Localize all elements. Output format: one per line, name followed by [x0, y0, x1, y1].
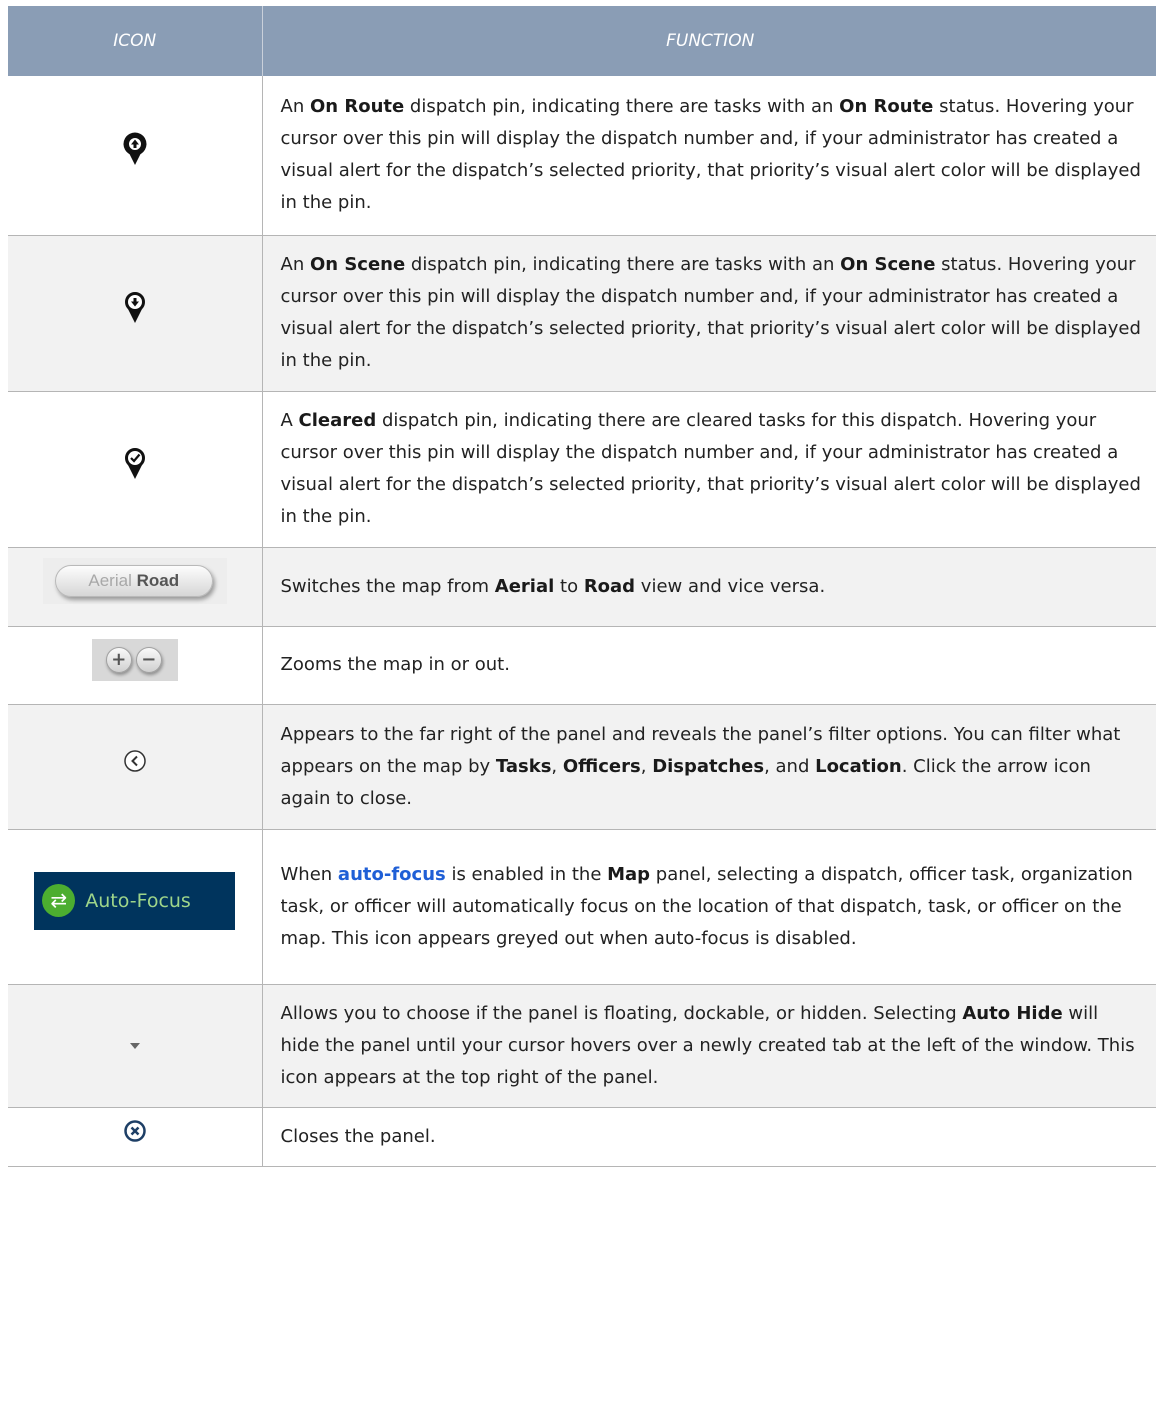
function-text: Switches the map from [280, 575, 495, 597]
icon-cell [8, 391, 263, 548]
function-text: Allows you to choose if the panel is flo… [280, 1002, 963, 1024]
aerial-road-toggle: Aerial Road [54, 565, 213, 597]
bold-term: Dispatches [652, 755, 765, 777]
function-text: , [640, 755, 653, 777]
bold-term: Auto Hide [962, 1002, 1063, 1024]
function-cell: Allows you to choose if the panel is flo… [262, 984, 1156, 1108]
function-cell: Closes the panel. [262, 1107, 1156, 1167]
function-text: An [280, 254, 310, 275]
filter-arrow-icon [124, 750, 146, 772]
icon-function-table: ICON FUNCTION An On Route dispatch pin, … [8, 6, 1156, 1167]
bold-term: On Route [309, 96, 405, 118]
table-row: Aerial Road Switches the map from Aerial… [8, 547, 1156, 627]
on-route-pin-icon [123, 132, 147, 165]
close-panel-icon [124, 1120, 146, 1142]
function-cell: When auto-focus is enabled in the Map pa… [262, 829, 1156, 985]
function-text: is enabled in the [445, 863, 608, 885]
icon-cell [8, 235, 263, 392]
table-row: ⇄ Auto-Focus When auto-focus is enabled … [8, 829, 1156, 985]
function-text: to [554, 575, 584, 597]
table-header-row: ICON FUNCTION [8, 6, 1156, 76]
table-row: Appears to the far right of the panel an… [8, 704, 1156, 830]
bold-term: Officers [562, 755, 641, 777]
bold-term: Aerial [494, 575, 555, 597]
zoom-out-icon: − [135, 646, 162, 673]
icon-cell: ⇄ Auto-Focus [8, 829, 263, 985]
on-scene-pin-icon [124, 291, 145, 323]
table-row: A Cleared dispatch pin, indicating there… [8, 391, 1156, 548]
function-text: Closes the panel. [280, 1125, 436, 1147]
function-text: dispatch pin, indicating there are tasks… [405, 254, 841, 275]
dropdown-arrow-icon [129, 1042, 140, 1049]
table-row: Closes the panel. [8, 1107, 1156, 1167]
bold-term: Cleared [298, 410, 377, 431]
function-text: Zooms the map in or out. [280, 654, 510, 675]
function-cell: A Cleared dispatch pin, indicating there… [262, 391, 1156, 548]
function-text: dispatch pin, indicating there are tasks… [404, 96, 840, 118]
function-text: When [280, 863, 338, 885]
icon-column-header: ICON [8, 6, 263, 76]
function-text: view and vice versa. [635, 575, 826, 597]
zoom-in-icon: + [105, 646, 132, 673]
function-text: An [280, 96, 310, 118]
function-cell: Appears to the far right of the panel an… [262, 704, 1156, 830]
function-cell: An On Scene dispatch pin, indicating the… [262, 235, 1156, 392]
aerial-road-toggle-icon: Aerial Road [42, 558, 227, 604]
function-cell: Zooms the map in or out. [262, 626, 1156, 705]
auto-focus-label: Auto-Focus [85, 890, 191, 912]
bold-term: On Scene [309, 254, 406, 275]
function-text: , and [764, 755, 816, 777]
icon-cell: + − [8, 626, 263, 705]
icon-cell [8, 704, 263, 830]
auto-focus-icon: ⇄ Auto-Focus [34, 872, 236, 930]
function-text: dispatch pin, indicating there are clear… [280, 410, 1141, 527]
bold-term: Map [607, 863, 651, 885]
icon-cell [8, 984, 263, 1108]
auto-focus-arrows-icon: ⇄ [42, 884, 76, 917]
bold-term: Location [815, 755, 902, 777]
function-cell: An On Route dispatch pin, indicating the… [262, 76, 1156, 236]
bold-term: On Scene [840, 254, 936, 275]
icon-cell [8, 1107, 263, 1167]
icon-cell [8, 76, 263, 236]
function-cell: Switches the map from Aerial to Road vie… [262, 547, 1156, 627]
cleared-pin-icon [124, 447, 145, 479]
table-row: Allows you to choose if the panel is flo… [8, 984, 1156, 1108]
function-column-header: FUNCTION [262, 6, 1156, 76]
table-row: An On Scene dispatch pin, indicating the… [8, 235, 1156, 392]
function-text: A [280, 410, 299, 431]
table-row: An On Route dispatch pin, indicating the… [8, 76, 1156, 236]
bold-term: Road [583, 575, 636, 597]
aerial-label: Aerial [88, 571, 132, 590]
icon-cell: Aerial Road [8, 547, 263, 627]
auto-focus-link[interactable]: auto-focus [338, 864, 446, 885]
table-row: + − Zooms the map in or out. [8, 626, 1156, 705]
bold-term: On Route [839, 96, 934, 118]
road-label: Road [136, 571, 180, 590]
zoom-in-out-icon: + − [91, 638, 178, 681]
bold-term: Tasks [495, 755, 552, 777]
function-text: , [551, 755, 563, 777]
